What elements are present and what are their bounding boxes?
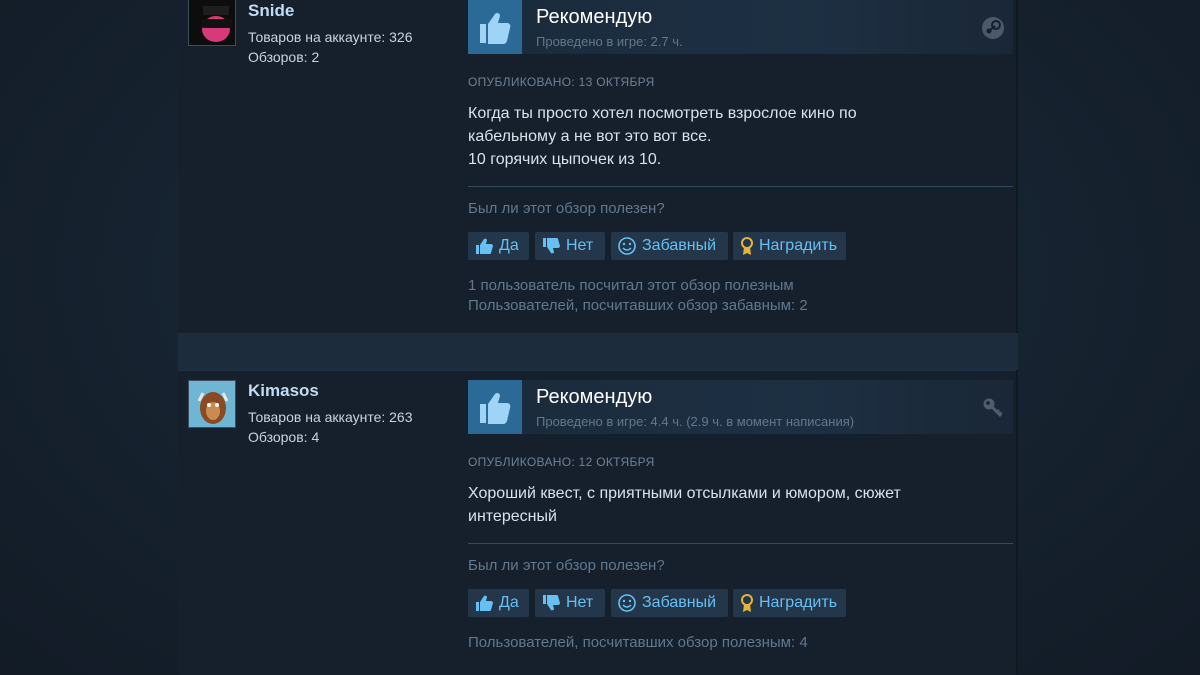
vote-no-button[interactable]: Нет bbox=[535, 589, 605, 617]
vote-yes-button[interactable]: Да bbox=[468, 232, 529, 260]
vote-no-label: Нет bbox=[566, 594, 594, 611]
review-text-line: Когда ты просто хотел посмотреть взросло… bbox=[468, 105, 857, 122]
thumbs-up-icon bbox=[474, 593, 494, 613]
thumbs-up-icon bbox=[468, 0, 522, 54]
author-name[interactable]: Snide bbox=[248, 1, 294, 21]
author-products-count[interactable]: Товаров на аккаунте: 263 bbox=[248, 407, 413, 427]
review-text-line: интересный bbox=[468, 508, 557, 525]
author-reviews-count[interactable]: Обзоров: 2 bbox=[248, 47, 319, 67]
vote-no-button[interactable]: Нет bbox=[535, 232, 605, 260]
helpful-count: Пользователей, посчитавших обзор полезны… bbox=[468, 634, 808, 651]
award-icon bbox=[737, 593, 757, 613]
posted-date: ОПУБЛИКОВАНО: 13 ОКТЯБРЯ bbox=[468, 75, 655, 89]
divider bbox=[468, 186, 1013, 187]
vote-yes-button[interactable]: Да bbox=[468, 589, 529, 617]
avatar[interactable] bbox=[188, 0, 236, 46]
vote-yes-label: Да bbox=[499, 594, 519, 611]
review-text-line: кабельному а не вот это вот все. bbox=[468, 128, 712, 145]
thumbs-down-icon bbox=[541, 236, 561, 256]
recommendation-header[interactable]: Рекомендую Проведено в игре: 4.4 ч. (2.9… bbox=[468, 380, 1013, 434]
vote-funny-label: Забавный bbox=[642, 594, 717, 611]
review-text: Когда ты просто хотел посмотреть взросло… bbox=[468, 102, 1013, 171]
smiley-icon bbox=[617, 236, 637, 256]
review-text: Хороший квест, с приятными отсылками и ю… bbox=[468, 482, 1013, 528]
review-card: Kimasos Товаров на аккаунте: 263 Обзоров… bbox=[178, 370, 1016, 675]
review-separator bbox=[178, 333, 1018, 370]
helpful-question: Был ли этот обзор полезен? bbox=[468, 200, 665, 217]
divider bbox=[468, 543, 1013, 544]
posted-date: ОПУБЛИКОВАНО: 12 ОКТЯБРЯ bbox=[468, 455, 655, 469]
award-button[interactable]: Наградить bbox=[733, 232, 846, 260]
vote-funny-label: Забавный bbox=[642, 237, 717, 254]
helpful-count: 1 пользователь посчитал этот обзор полез… bbox=[468, 277, 794, 294]
recommendation-label: Рекомендую bbox=[536, 6, 653, 28]
author-reviews-count[interactable]: Обзоров: 4 bbox=[248, 427, 319, 447]
playtime: Проведено в игре: 4.4 ч. (2.9 ч. в момен… bbox=[536, 414, 855, 429]
helpful-question: Был ли этот обзор полезен? bbox=[468, 557, 665, 574]
review-card: Snide Товаров на аккаунте: 326 Обзоров: … bbox=[178, 0, 1016, 333]
vote-funny-button[interactable]: Забавный bbox=[611, 589, 728, 617]
review-stats: 1 пользователь посчитал этот обзор полез… bbox=[468, 276, 808, 316]
review-text-line: Хороший квест, с приятными отсылками и ю… bbox=[468, 485, 901, 502]
thumbs-up-icon bbox=[474, 236, 494, 256]
vote-funny-button[interactable]: Забавный bbox=[611, 232, 728, 260]
recommendation-header[interactable]: Рекомендую Проведено в игре: 2.7 ч. bbox=[468, 0, 1013, 54]
review-text-line: 10 горячих цыпочек из 10. bbox=[468, 151, 662, 168]
thumbs-up-icon bbox=[468, 380, 522, 434]
funny-count: Пользователей, посчитавших обзор забавны… bbox=[468, 297, 808, 314]
award-label: Наградить bbox=[759, 594, 838, 611]
vote-yes-label: Да bbox=[499, 237, 519, 254]
award-label: Наградить bbox=[759, 237, 838, 254]
review-stats: Пользователей, посчитавших обзор полезны… bbox=[468, 633, 808, 653]
award-icon bbox=[737, 236, 757, 256]
author-products-count[interactable]: Товаров на аккаунте: 326 bbox=[248, 27, 413, 47]
recommendation-label: Рекомендую bbox=[536, 386, 653, 408]
steam-icon bbox=[981, 16, 1005, 40]
smiley-icon bbox=[617, 593, 637, 613]
playtime: Проведено в игре: 2.7 ч. bbox=[536, 34, 683, 49]
award-button[interactable]: Наградить bbox=[733, 589, 846, 617]
author-name[interactable]: Kimasos bbox=[248, 381, 319, 401]
reviews-column: Snide Товаров на аккаунте: 326 Обзоров: … bbox=[178, 0, 1018, 675]
thumbs-down-icon bbox=[541, 593, 561, 613]
vote-no-label: Нет bbox=[566, 237, 594, 254]
key-icon bbox=[981, 396, 1005, 420]
avatar[interactable] bbox=[188, 380, 236, 428]
